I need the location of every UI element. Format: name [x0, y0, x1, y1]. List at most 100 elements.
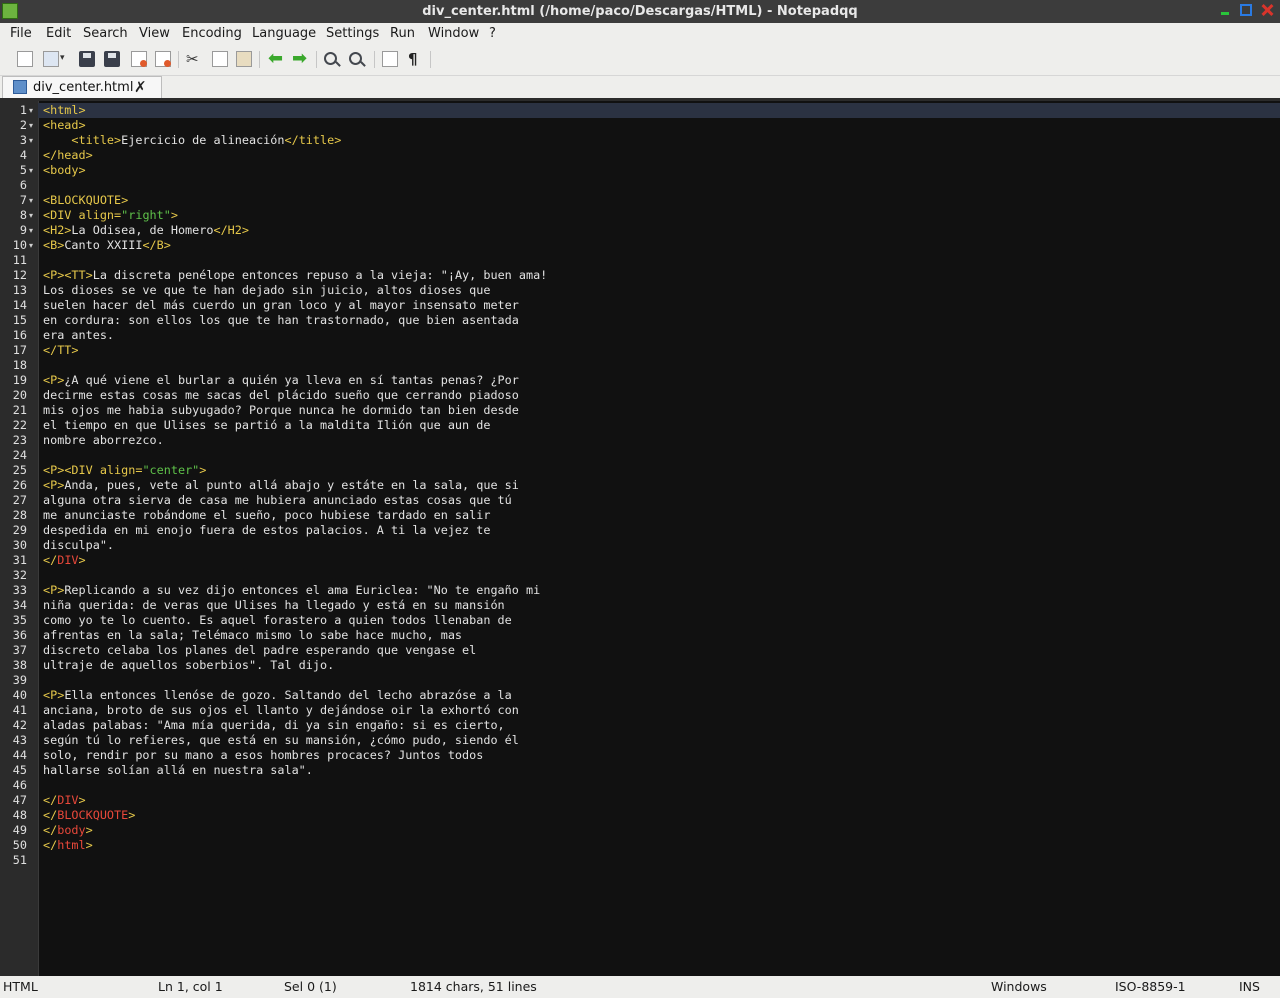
code-line[interactable]: como yo te lo cuento. Es aquel forastero…	[38, 613, 1280, 628]
menu-help[interactable]: ?	[489, 26, 496, 41]
code-line[interactable]: nombre aborrezco.	[38, 433, 1280, 448]
code-line[interactable]: ultraje de aquellos soberbios". Tal dijo…	[38, 658, 1280, 673]
code-line[interactable]: </BLOCKQUOTE>	[38, 808, 1280, 823]
code-line[interactable]: aladas palabas: "Ama mía querida, di ya …	[38, 718, 1280, 733]
code-line[interactable]: <P>Ella entonces llenóse de gozo. Saltan…	[38, 688, 1280, 703]
show-all-chars-icon[interactable]: ¶	[408, 51, 424, 67]
code-line[interactable]: </head>	[38, 148, 1280, 163]
minimize-button[interactable]	[1219, 4, 1231, 16]
status-encoding[interactable]: ISO-8859-1	[1115, 979, 1186, 994]
code-line[interactable]: <P>¿A qué viene el burlar a quién ya lle…	[38, 373, 1280, 388]
menu-view[interactable]: View	[139, 26, 170, 41]
code-line[interactable]	[38, 448, 1280, 463]
code-line[interactable]	[38, 253, 1280, 268]
menu-settings[interactable]: Settings	[326, 26, 379, 41]
undo-icon[interactable]: ⬅	[268, 50, 284, 68]
code-line[interactable]: hallarse solían allá en nuestra sala".	[38, 763, 1280, 778]
menu-edit[interactable]: Edit	[46, 26, 71, 41]
code-line[interactable]: afrentas en la sala; Telémaco mismo lo s…	[38, 628, 1280, 643]
code-line[interactable]: en cordura: son ellos los que te han tra…	[38, 313, 1280, 328]
line-number: 7	[19, 193, 27, 207]
code-line[interactable]: <P><TT>La discreta penélope entonces rep…	[38, 268, 1280, 283]
code-line[interactable]	[38, 178, 1280, 193]
code-line[interactable]: <title>Ejercicio de alineación</title>	[38, 133, 1280, 148]
menu-search[interactable]: Search	[83, 26, 128, 41]
tab-close-icon[interactable]: ✗	[134, 78, 147, 96]
code-line[interactable]: me anunciaste robándome el sueño, poco h…	[38, 508, 1280, 523]
line-number: 37	[12, 643, 27, 657]
menu-run[interactable]: Run	[390, 26, 415, 41]
code-line[interactable]: suelen hacer del más cuerdo un gran loco…	[38, 298, 1280, 313]
code-line[interactable]: disculpa".	[38, 538, 1280, 553]
new-file-icon[interactable]	[17, 51, 33, 67]
paste-icon[interactable]	[236, 51, 252, 67]
code-line[interactable]: <P>Anda, pues, vete al punto allá abajo …	[38, 478, 1280, 493]
status-insert-mode[interactable]: INS	[1239, 979, 1260, 994]
save-all-icon[interactable]	[104, 51, 120, 67]
tab-div-center-html[interactable]: div_center.html ✗	[2, 76, 162, 98]
code-line[interactable]: <head>	[38, 118, 1280, 133]
code-line[interactable]: </html>	[38, 838, 1280, 853]
fold-marker-icon[interactable]: ▾	[29, 133, 37, 148]
code-line[interactable]	[38, 568, 1280, 583]
cut-icon[interactable]: ✂	[186, 51, 202, 67]
redo-icon[interactable]: ➡	[292, 50, 308, 68]
line-number: 4	[19, 148, 27, 162]
code-line[interactable]: </DIV>	[38, 793, 1280, 808]
status-language[interactable]: HTML	[3, 979, 38, 994]
open-file-icon[interactable]	[43, 51, 59, 67]
fold-marker-icon[interactable]: ▾	[29, 208, 37, 223]
fold-marker-icon[interactable]: ▾	[29, 118, 37, 133]
code-line[interactable]: <P>Replicando a su vez dijo entonces el …	[38, 583, 1280, 598]
close-window-button[interactable]	[1261, 4, 1273, 16]
code-line[interactable]: solo, rendir por su mano a esos hombres …	[38, 748, 1280, 763]
status-line-endings[interactable]: Windows	[991, 979, 1047, 994]
code-line[interactable]: Los dioses se ve que te han dejado sin j…	[38, 283, 1280, 298]
code-line[interactable]: alguna otra sierva de casa me hubiera an…	[38, 493, 1280, 508]
code-line[interactable]: <html>	[38, 103, 1280, 118]
close-all-icon[interactable]	[155, 51, 171, 67]
code-line[interactable]: <body>	[38, 163, 1280, 178]
code-line[interactable]: <B>Canto XXIII</B>	[38, 238, 1280, 253]
zoom-out-icon[interactable]	[349, 52, 362, 65]
code-line[interactable]	[38, 358, 1280, 373]
menu-language[interactable]: Language	[252, 26, 316, 41]
code-line[interactable]: <BLOCKQUOTE>	[38, 193, 1280, 208]
open-dropdown-icon[interactable]: ▾	[60, 53, 76, 69]
code-line[interactable]: anciana, broto de sus ojos el llanto y d…	[38, 703, 1280, 718]
menu-file[interactable]: File	[10, 26, 32, 41]
code-line[interactable]: niña querida: de veras que Ulises ha lle…	[38, 598, 1280, 613]
code-line[interactable]: </body>	[38, 823, 1280, 838]
fold-marker-icon[interactable]: ▾	[29, 103, 37, 118]
window-title: div_center.html (/home/paco/Descargas/HT…	[422, 4, 858, 19]
code-line[interactable]: <P><DIV align="center">	[38, 463, 1280, 478]
code-line[interactable]: mis ojos me habia subyugado? Porque nunc…	[38, 403, 1280, 418]
code-line[interactable]	[38, 853, 1280, 868]
code-line[interactable]	[38, 778, 1280, 793]
fold-marker-icon[interactable]: ▾	[29, 193, 37, 208]
menu-encoding[interactable]: Encoding	[182, 26, 242, 41]
maximize-button[interactable]	[1240, 4, 1252, 16]
code-line[interactable]: era antes.	[38, 328, 1280, 343]
close-file-icon[interactable]	[131, 51, 147, 67]
code-line[interactable]: <H2>La Odisea, de Homero</H2>	[38, 223, 1280, 238]
code-line[interactable]: decirme estas cosas me sacas del plácido…	[38, 388, 1280, 403]
code-area[interactable]: <html> <head> <title>Ejercicio de alineac…	[38, 101, 1280, 976]
fold-marker-icon[interactable]: ▾	[29, 238, 37, 253]
fold-marker-icon[interactable]: ▾	[29, 163, 37, 178]
code-line[interactable]: despedida en mi enojo fuera de estos pal…	[38, 523, 1280, 538]
code-line[interactable]: <DIV align="right">	[38, 208, 1280, 223]
code-line[interactable]: el tiempo en que Ulises se partió a la m…	[38, 418, 1280, 433]
copy-icon[interactable]	[212, 51, 228, 67]
word-wrap-icon[interactable]	[382, 51, 398, 67]
code-line[interactable]: discreto celaba los planes del padre esp…	[38, 643, 1280, 658]
save-icon[interactable]	[79, 51, 95, 67]
zoom-in-icon[interactable]	[324, 52, 337, 65]
code-editor[interactable]: 1 ▾ 2 ▾ 3 ▾ 4 5 ▾ 6 7 ▾ 8 ▾ 9 ▾ 10 ▾ 11 12 13 14 15 16 17 18 19 20 2…	[0, 101, 1280, 976]
code-line[interactable]: </TT>	[38, 343, 1280, 358]
code-line[interactable]: según tú lo refieres, que está en su man…	[38, 733, 1280, 748]
fold-marker-icon[interactable]: ▾	[29, 223, 37, 238]
code-line[interactable]	[38, 673, 1280, 688]
code-line[interactable]: </DIV>	[38, 553, 1280, 568]
menu-window[interactable]: Window	[428, 26, 479, 41]
